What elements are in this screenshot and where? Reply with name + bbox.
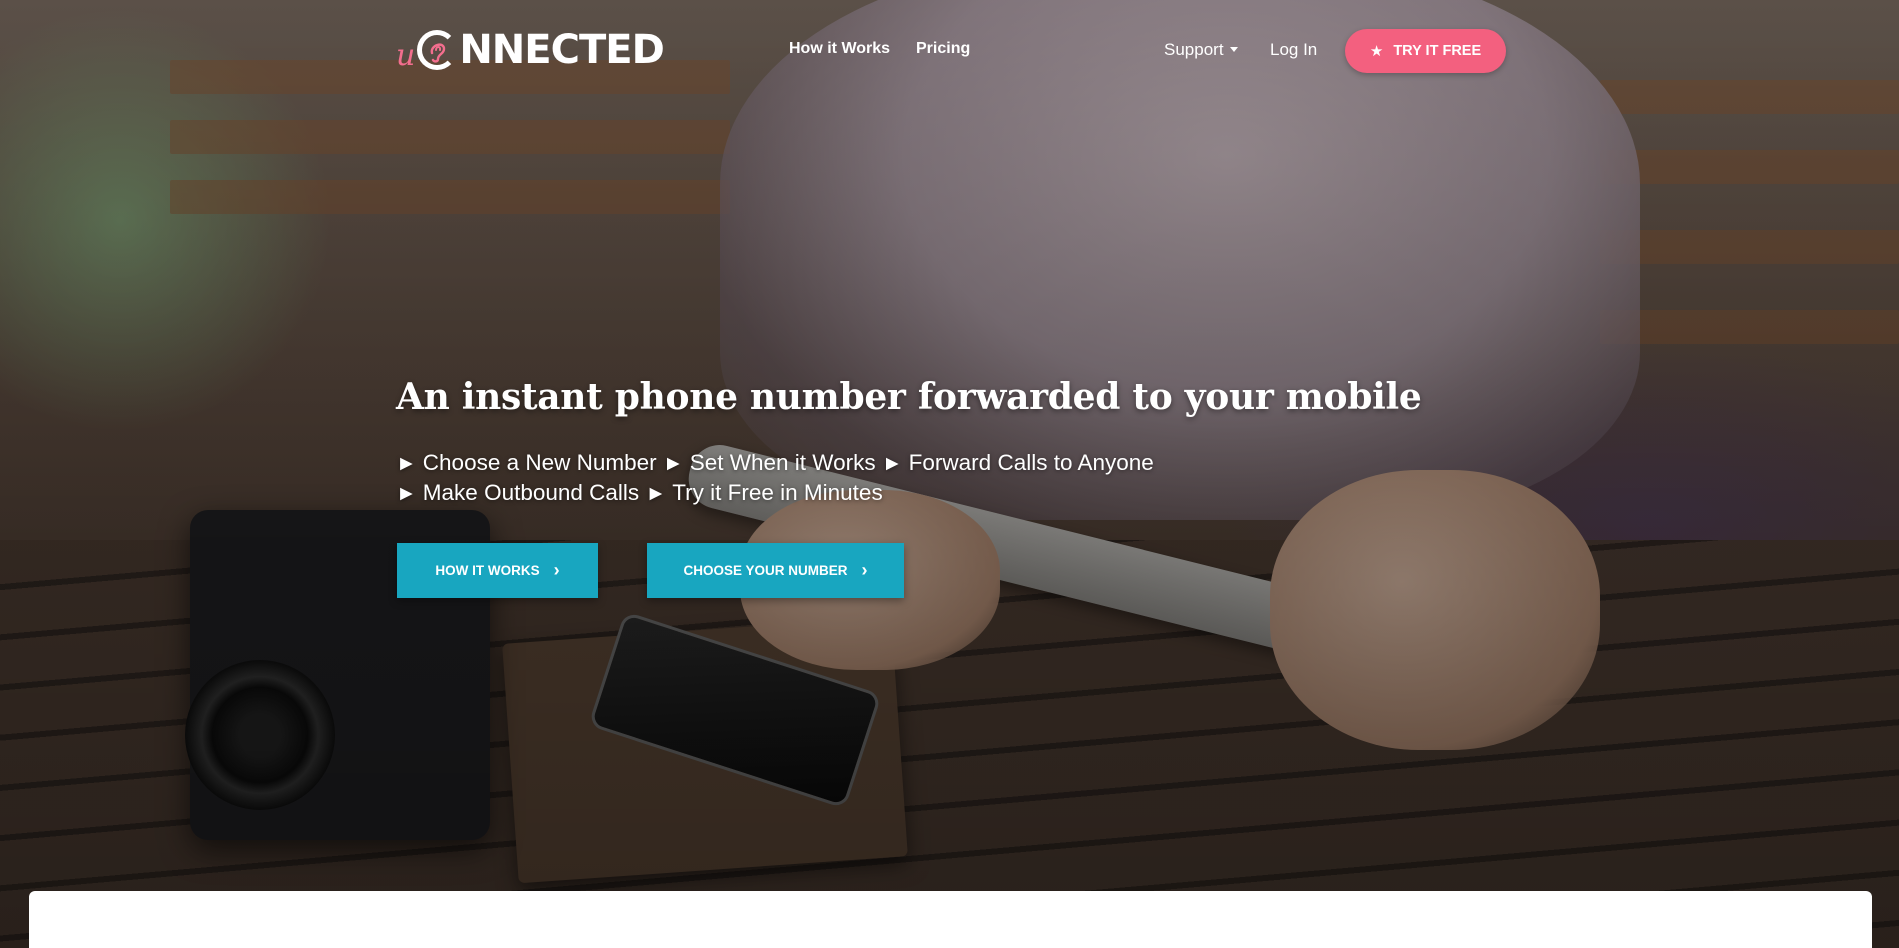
arrow-right-icon: ► (396, 452, 417, 475)
how-it-works-button-label: HOW IT WORKS (435, 563, 540, 578)
feature-list: ► Choose a New Number ► Set When it Works … (396, 448, 1296, 508)
how-it-works-button[interactable]: HOW IT WORKS › (397, 543, 598, 598)
feature-item: ► Try it Free in Minutes (645, 480, 883, 505)
choose-your-number-button-label: CHOOSE YOUR NUMBER (683, 563, 848, 578)
hero-headline: An instant phone number forwarded to you… (396, 376, 1422, 418)
choose-your-number-button[interactable]: CHOOSE YOUR NUMBER › (647, 543, 904, 598)
feature-item: ► Forward Calls to Anyone (881, 450, 1154, 475)
try-it-free-label: TRY IT FREE (1393, 43, 1482, 59)
arrow-right-icon: ► (881, 452, 903, 475)
feature-item: ► Choose a New Number (396, 450, 657, 475)
nav-how-it-works[interactable]: How it Works (789, 40, 890, 58)
feature-item: ► Set When it Works (662, 450, 876, 475)
chevron-right-icon: › (553, 560, 560, 580)
content-card (29, 891, 1872, 948)
top-navbar: u NNECTED How it Works Pricing Support L… (0, 0, 1899, 100)
uconnected-logo[interactable]: u NNECTED (396, 26, 665, 74)
star-icon: ★ (1369, 43, 1384, 60)
nav-support-label: Support (1164, 40, 1224, 59)
try-it-free-button[interactable]: ★ TRY IT FREE (1345, 29, 1506, 73)
logo-ear-icon (417, 30, 458, 70)
logo-wordmark: NNECTED (459, 27, 664, 73)
nav-pricing[interactable]: Pricing (916, 40, 970, 58)
arrow-right-icon: ► (645, 482, 667, 505)
chevron-down-icon (1229, 47, 1238, 52)
logo-prefix: u (396, 37, 416, 73)
chevron-right-icon: › (861, 560, 868, 580)
feature-item: ► Make Outbound Calls (396, 480, 640, 505)
nav-login[interactable]: Log In (1270, 40, 1317, 60)
arrow-right-icon: ► (662, 452, 684, 475)
nav-support-dropdown[interactable]: Support (1164, 40, 1238, 60)
arrow-right-icon: ► (396, 482, 417, 505)
